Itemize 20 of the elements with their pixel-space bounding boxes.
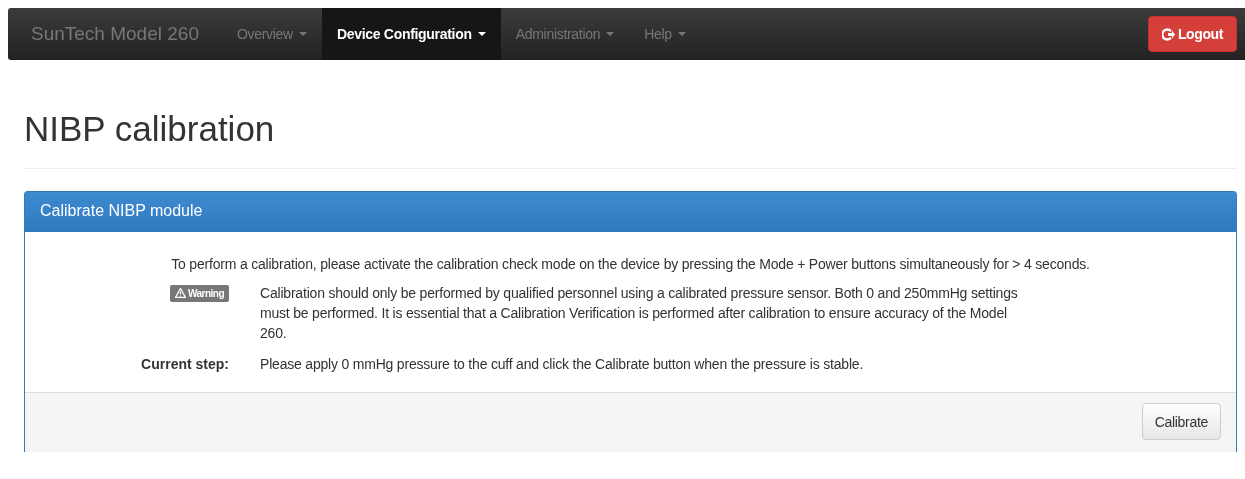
panel-title: Calibrate NIBP module xyxy=(40,202,203,219)
warning-icon xyxy=(174,288,186,298)
nav-menu-item[interactable]: Device Configuration xyxy=(321,8,501,60)
caret-icon xyxy=(477,32,486,36)
row-text: Please apply 0 mmHg pressure to the cuff and click the Calibrate button when the pressure is stable. xyxy=(260,355,865,374)
nav-menu-item[interactable]: Overview xyxy=(221,8,322,60)
logout-button[interactable]: Logout xyxy=(1147,16,1237,52)
caret-icon xyxy=(677,32,686,36)
nav-menu-item[interactable]: Administration xyxy=(500,8,630,60)
row-text: Calibration should only be performed by qualified personnel using a calibrated pressure sensor. Both 0 and 250mmHg settings must be performed. It is essential that a Calibration Verification is performed after calibration to ensure accuracy of the Model 260. xyxy=(260,284,1019,343)
nav-menu-item[interactable]: Help xyxy=(629,8,701,60)
calibrate-button[interactable]: Calibrate xyxy=(1141,403,1221,440)
page-title: NIBP calibration xyxy=(24,108,276,150)
brand-name[interactable]: SunTech Model 260 xyxy=(8,23,222,45)
logout-icon xyxy=(1161,27,1175,41)
warning-badge: Warning xyxy=(169,284,229,302)
caret-icon xyxy=(298,32,307,36)
instruction-text: To perform a calibration, please activate the calibration check mode on the device by pressing the Mode + Power buttons simultaneously for > 4 seconds. xyxy=(170,256,1091,272)
field-label: Current step: xyxy=(141,356,229,372)
caret-icon xyxy=(606,32,615,36)
